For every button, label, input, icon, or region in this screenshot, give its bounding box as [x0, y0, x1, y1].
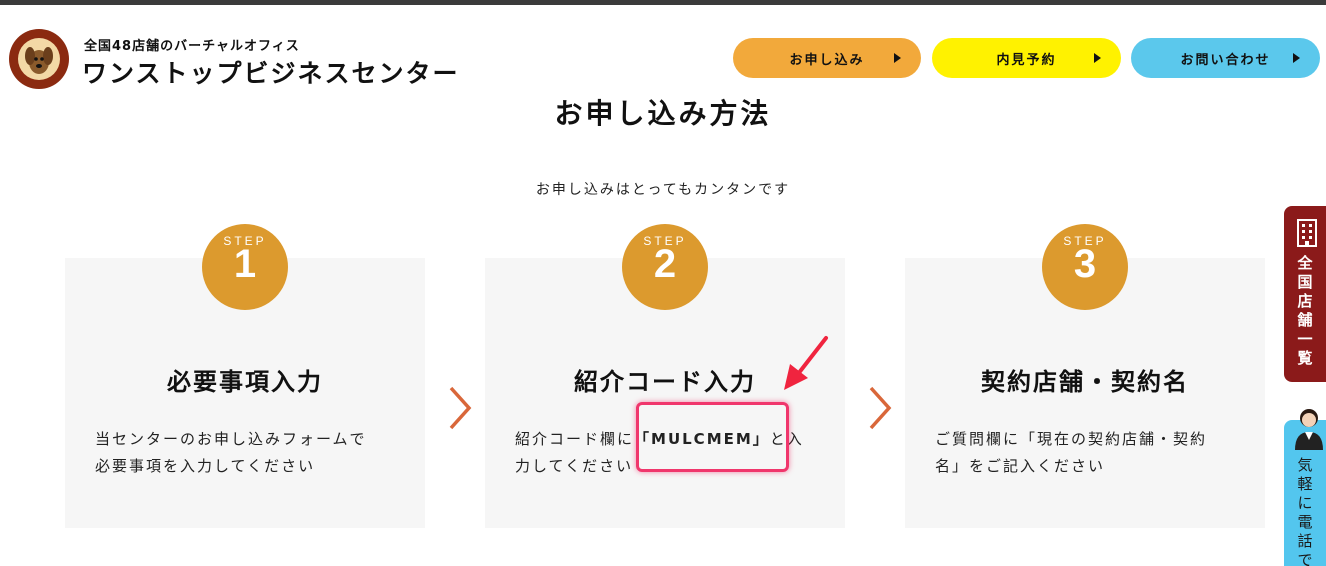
- step-number: 3: [1073, 242, 1097, 286]
- label-char: で: [1297, 551, 1313, 566]
- building-icon: [1297, 219, 1317, 247]
- step-title: 必要事項入力: [167, 368, 323, 396]
- apply-button-label: お申し込み: [789, 52, 865, 68]
- step-number: 1: [233, 242, 257, 286]
- tagline: 全国48店舗のバーチャルオフィス: [84, 39, 300, 54]
- step-badge: STEP 2: [622, 224, 708, 310]
- contact-button[interactable]: お問い合わせ: [1131, 38, 1320, 78]
- chevron-right-icon: [449, 386, 472, 430]
- triangle-right-icon: [1293, 53, 1300, 63]
- step-description: 当センターのお申し込みフォームで 必要事項を入力してください: [95, 426, 405, 480]
- label-char: 舗: [1297, 311, 1313, 329]
- brand-name[interactable]: ワンストップビジネスセンター: [82, 54, 460, 90]
- label-char: 店: [1297, 292, 1313, 310]
- step-card-1: STEP 1 必要事項入力 当センターのお申し込みフォームで 必要事項を入力して…: [65, 224, 425, 528]
- step-number: 2: [653, 242, 677, 286]
- description-line: 当センターのお申し込みフォームで: [95, 430, 367, 448]
- section-title: お申し込み方法: [554, 97, 772, 130]
- visit-reservation-button[interactable]: 内見予約: [932, 38, 1121, 78]
- section-subtitle: お申し込みはとってもカンタンです: [535, 182, 791, 198]
- description-line: 名」をご記入ください: [935, 457, 1106, 475]
- label-char: 覧: [1297, 349, 1313, 367]
- phone-tab[interactable]: 気 軽 に 電 話 で: [1284, 409, 1326, 566]
- label-char: 気: [1297, 456, 1313, 474]
- contact-button-label: お問い合わせ: [1180, 52, 1271, 68]
- description-line: 必要事項を入力してください: [95, 457, 316, 475]
- step-title: 契約店舗・契約名: [981, 368, 1189, 396]
- label-char: 軽: [1297, 475, 1313, 493]
- apply-button[interactable]: お申し込み: [733, 38, 921, 78]
- chevron-right-icon: [869, 386, 892, 430]
- highlight-box: [636, 402, 789, 472]
- top-border: [0, 0, 1326, 5]
- description-line: ご質問欄に「現在の契約店舗・契約: [935, 430, 1208, 448]
- label-char: に: [1297, 494, 1313, 512]
- phone-label: 気 軽 に 電 話 で: [1284, 456, 1326, 566]
- label-char: 電: [1297, 513, 1313, 531]
- label-char: 全: [1297, 254, 1313, 272]
- label-char: 国: [1297, 273, 1313, 291]
- label-char: 話: [1297, 532, 1313, 550]
- red-arrow-icon: [784, 336, 828, 390]
- label-char: 一: [1297, 330, 1313, 348]
- visit-button-label: 内見予約: [996, 52, 1057, 68]
- triangle-right-icon: [1094, 53, 1101, 63]
- store-list-label: 全 国 店 舗 一 覧: [1284, 254, 1326, 368]
- logo-icon[interactable]: [8, 28, 70, 90]
- step-card-3: STEP 3 契約店舗・契約名 ご質問欄に「現在の契約店舗・契約 名」をご記入く…: [905, 224, 1265, 528]
- step-description: ご質問欄に「現在の契約店舗・契約 名」をご記入ください: [935, 426, 1245, 480]
- step-badge: STEP 1: [202, 224, 288, 310]
- triangle-right-icon: [894, 53, 901, 63]
- description-prefix: 紹介コード欄に: [515, 430, 635, 448]
- operator-avatar-icon: [1295, 409, 1323, 450]
- step-badge: STEP 3: [1042, 224, 1128, 310]
- store-list-tab[interactable]: 全 国 店 舗 一 覧: [1284, 206, 1326, 382]
